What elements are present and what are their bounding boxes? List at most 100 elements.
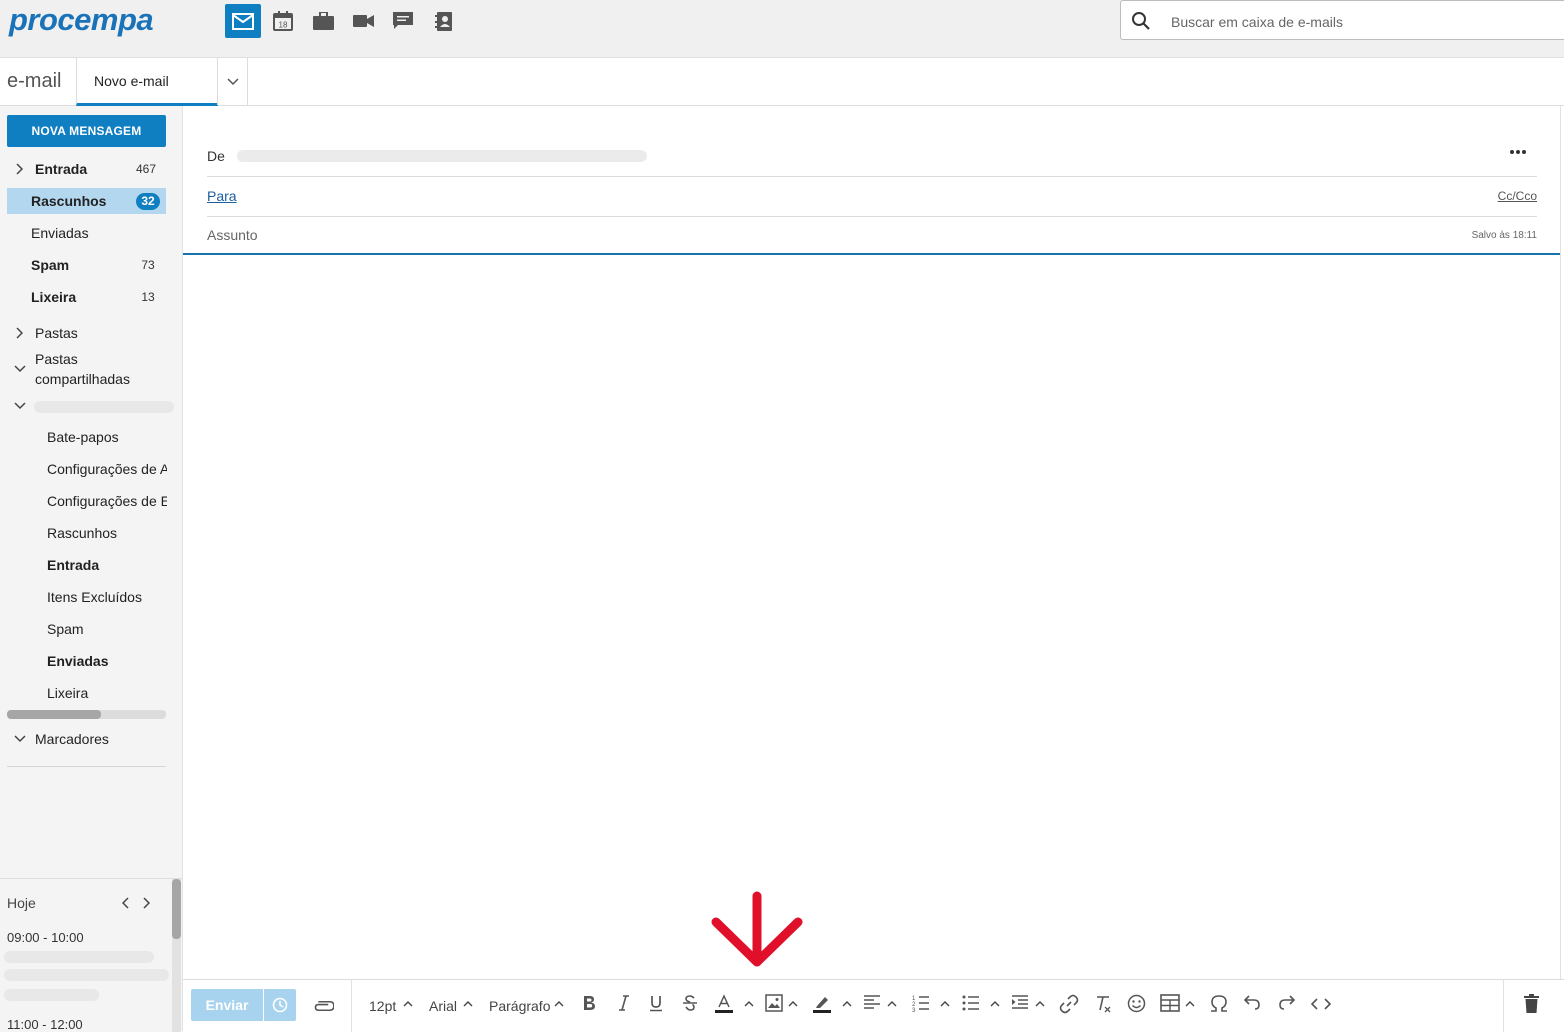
folder-enviadas[interactable]: Enviadas	[7, 220, 166, 246]
font-family-select[interactable]: Arial	[429, 998, 457, 1014]
chevron-up-icon[interactable]	[1035, 1000, 1045, 1007]
folder-rascunhos[interactable]: Rascunhos 32	[7, 188, 166, 214]
section-title: e-mail	[7, 70, 62, 92]
numbered-list-icon[interactable]: 123	[912, 994, 930, 1012]
toolbar-separator	[1503, 980, 1504, 1032]
folder-pastas[interactable]: Pastas	[7, 320, 166, 346]
redacted-event	[4, 951, 154, 963]
italic-icon[interactable]	[618, 994, 630, 1012]
align-left-icon[interactable]	[863, 994, 881, 1010]
bullet-list-icon[interactable]	[962, 994, 980, 1012]
chevron-up-icon[interactable]	[940, 1000, 950, 1007]
subject-row: Assunto Salvo às 18:11	[207, 216, 1537, 255]
contacts-icon[interactable]	[425, 4, 461, 38]
table-icon[interactable]	[1160, 994, 1180, 1012]
indent-icon[interactable]	[1011, 994, 1029, 1010]
top-bar: procempa 18	[0, 0, 1564, 58]
search-input[interactable]	[1169, 10, 1553, 34]
folder-label: compartilhadas	[35, 371, 130, 387]
chevron-up-icon[interactable]	[403, 1000, 413, 1007]
calendar-slot[interactable]: 09:00 - 10:00	[7, 930, 84, 945]
folder-spam[interactable]: Spam 73	[7, 252, 166, 278]
chevron-right-icon[interactable]	[15, 163, 23, 175]
chevron-up-icon[interactable]	[990, 1000, 1000, 1007]
font-size-select[interactable]: 12pt	[369, 998, 396, 1014]
calendar-slot[interactable]: 11:00 - 12:00	[7, 1017, 83, 1032]
scrollbar-thumb[interactable]	[172, 879, 181, 939]
search-icon[interactable]	[1131, 11, 1151, 31]
strikethrough-icon[interactable]	[682, 994, 698, 1012]
folders-horizontal-scrollbar[interactable]	[7, 710, 166, 719]
send-button[interactable]: Enviar	[191, 989, 263, 1021]
discard-trash-icon[interactable]	[1524, 994, 1539, 1013]
to-button[interactable]: Para	[207, 188, 237, 204]
special-character-icon[interactable]	[1209, 994, 1229, 1012]
more-options-icon[interactable]	[1509, 149, 1527, 155]
chevron-down-icon[interactable]	[14, 402, 26, 410]
folder-pastas-compartilhadas[interactable]: Pastas compartilhadas	[7, 349, 166, 389]
new-message-button[interactable]: NOVA MENSAGEM	[7, 115, 166, 147]
chevron-up-icon[interactable]	[1185, 1000, 1195, 1007]
chevron-up-icon[interactable]	[463, 1000, 473, 1007]
subfolder-entrada[interactable]: Entrada	[7, 552, 166, 578]
underline-icon[interactable]	[649, 994, 663, 1012]
from-row: De	[207, 137, 1537, 177]
tab-novo-email[interactable]: Novo e-mail	[76, 58, 218, 106]
subfolder-configuracoes-a[interactable]: Configurações de A	[7, 456, 167, 482]
subject-input[interactable]: Assunto	[207, 227, 258, 243]
chevron-right-icon[interactable]	[142, 897, 150, 909]
from-label: De	[207, 148, 225, 164]
chevron-up-icon[interactable]	[887, 1000, 897, 1007]
attachment-icon[interactable]	[314, 995, 334, 1017]
subfolder-lixeira[interactable]: Lixeira	[7, 680, 166, 706]
bold-icon[interactable]	[582, 994, 596, 1012]
chevron-up-icon[interactable]	[842, 1000, 852, 1007]
subfolder-itens-excluidos[interactable]: Itens Excluídos	[7, 584, 166, 610]
chat-icon[interactable]	[385, 4, 421, 38]
video-icon[interactable]	[345, 4, 381, 38]
chevron-up-icon[interactable]	[788, 1000, 798, 1007]
insert-image-icon[interactable]	[765, 994, 783, 1012]
emoji-icon[interactable]	[1127, 994, 1146, 1013]
clear-formatting-icon[interactable]	[1094, 994, 1114, 1014]
svg-text:3: 3	[912, 1008, 916, 1012]
link-icon[interactable]	[1059, 994, 1079, 1014]
subfolder-bate-papos[interactable]: Bate-papos	[7, 424, 166, 450]
scrollbar-thumb[interactable]	[7, 710, 101, 719]
subfolder-configuracoes-e[interactable]: Configurações de E	[7, 488, 167, 514]
unread-badge: 73	[136, 257, 160, 274]
text-color-icon[interactable]	[715, 994, 733, 1014]
schedule-send-button[interactable]	[264, 989, 296, 1021]
chevron-right-icon[interactable]	[15, 327, 23, 339]
folder-entrada[interactable]: Entrada 467	[7, 156, 166, 182]
chevron-down-icon[interactable]	[14, 735, 26, 743]
message-body-editor[interactable]	[183, 256, 1560, 976]
tab-dropdown-button[interactable]	[217, 58, 248, 105]
chevron-down-icon[interactable]	[14, 365, 26, 373]
redacted-account-name	[34, 401, 174, 413]
shared-account[interactable]	[7, 394, 174, 420]
folder-lixeira[interactable]: Lixeira 13	[7, 284, 166, 310]
redacted-from-address[interactable]	[237, 150, 647, 162]
source-code-icon[interactable]	[1311, 997, 1331, 1011]
subfolder-rascunhos[interactable]: Rascunhos	[7, 520, 166, 546]
folder-marcadores[interactable]: Marcadores	[7, 726, 166, 752]
block-format-select[interactable]: Parágrafo	[489, 998, 550, 1014]
folder-label: Rascunhos	[47, 525, 118, 541]
folder-label: Enviadas	[47, 653, 109, 669]
redo-icon[interactable]	[1278, 994, 1296, 1010]
subfolder-enviadas[interactable]: Enviadas	[7, 648, 166, 674]
cc-bcc-button[interactable]: Cc/Cco	[1498, 189, 1537, 203]
procempa-logo[interactable]: procempa	[9, 2, 154, 38]
chevron-left-icon[interactable]	[122, 897, 130, 909]
chevron-up-icon[interactable]	[554, 1000, 564, 1007]
calendar-scrollbar[interactable]	[172, 879, 181, 1032]
briefcase-icon[interactable]	[305, 4, 341, 38]
mail-icon[interactable]	[225, 4, 261, 38]
highlight-color-icon[interactable]	[813, 994, 831, 1014]
undo-icon[interactable]	[1243, 994, 1261, 1010]
chevron-up-icon[interactable]	[744, 1000, 754, 1007]
calendar-icon[interactable]: 18	[265, 4, 301, 38]
redacted-event	[4, 989, 99, 1001]
subfolder-spam[interactable]: Spam	[7, 616, 166, 642]
